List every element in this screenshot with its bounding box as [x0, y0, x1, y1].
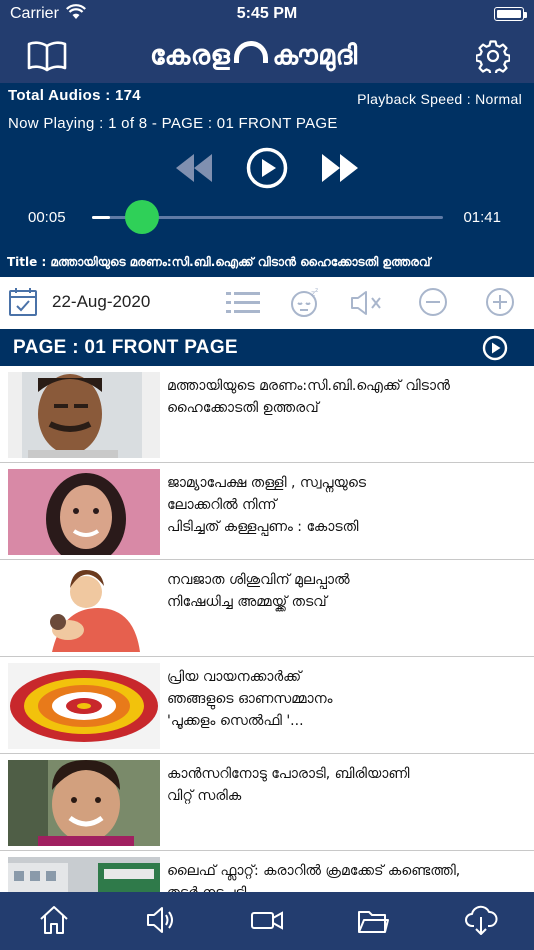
- article-item[interactable]: മത്തായിയുടെ മരണം:സി.ബി.ഐക്ക് വിടാൻ ഹൈക്ക…: [0, 366, 534, 463]
- page-section-label: PAGE : 01 FRONT PAGE: [13, 337, 238, 358]
- article-title: ജാമ്യാപേക്ഷ തള്ളി , സ്വപ്നയുടെ ലോക്കറിൽ …: [167, 475, 367, 535]
- article-thumbnail: [8, 566, 160, 652]
- playback-speed[interactable]: Playback Speed : Normal: [357, 91, 522, 107]
- date-label[interactable]: 22-Aug-2020: [52, 292, 150, 312]
- logo-text-right: കൗമുദി: [272, 40, 358, 71]
- article-title: നവജാത ശിശുവിന് മുലപ്പാൽ നിഷേധിച്ച അമ്മയ്…: [167, 572, 350, 610]
- play-icon[interactable]: [246, 147, 288, 194]
- mute-icon[interactable]: [350, 289, 384, 322]
- article-thumbnail: [8, 663, 160, 749]
- article-item[interactable]: ജാമ്യാപേക്ഷ തള്ളി , സ്വപ്നയുടെ ലോക്കറിൽ …: [0, 463, 534, 560]
- increase-icon[interactable]: [485, 287, 515, 322]
- folder-icon[interactable]: [357, 904, 389, 941]
- seek-slider-thumb[interactable]: [124, 200, 159, 234]
- article-title: ലൈഫ് ഫ്ലാറ്റ്: കരാറിൽ ക്രമക്കേട് കണ്ടെത്…: [167, 863, 461, 892]
- battery-icon: [494, 7, 524, 21]
- article-thumbnail: [8, 469, 160, 555]
- book-icon[interactable]: [27, 40, 67, 77]
- now-playing-title: Title : മത്തായിയുടെ മരണം:സി.ബി.ഐക്ക് വിട…: [7, 255, 431, 269]
- article-title: മത്തായിയുടെ മരണം:സി.ബി.ഐക്ക് വിടാൻ ഹൈക്ക…: [167, 378, 450, 416]
- now-playing: Now Playing : 1 of 8 - PAGE : 01 FRONT P…: [8, 115, 338, 132]
- decrease-icon[interactable]: [418, 287, 448, 322]
- current-time: 00:05: [28, 209, 66, 226]
- rewind-icon[interactable]: [174, 151, 214, 190]
- app-header: കേരള കൗമുദി: [0, 30, 534, 83]
- logo-arc: [234, 41, 269, 63]
- article-item[interactable]: കാൻസറിനോടു പോരാടി, ബിരിയാണി വിറ്റ് സരിക: [0, 754, 534, 851]
- gear-icon[interactable]: [475, 39, 511, 78]
- clock: 5:45 PM: [236, 5, 298, 22]
- toolbar: 22-Aug-2020 zz: [0, 277, 534, 327]
- article-item[interactable]: നവജാത ശിശുവിന് മുലപ്പാൽ നിഷേധിച്ച അമ്മയ്…: [0, 560, 534, 657]
- article-title: കാൻസറിനോടു പോരാടി, ബിരിയാണി വിറ്റ് സരിക: [167, 766, 410, 804]
- logo-text-left: കേരള: [150, 40, 231, 71]
- article-item[interactable]: ലൈഫ് ഫ്ലാറ്റ്: കരാറിൽ ക്രമക്കേട് കണ്ടെത്…: [0, 851, 534, 892]
- app-logo: കേരള കൗമുദി: [150, 34, 358, 78]
- seek-slider-progress: [92, 216, 110, 219]
- audio-player: Total Audios : 174 Playback Speed : Norm…: [0, 83, 534, 277]
- calendar-icon[interactable]: [7, 285, 39, 322]
- article-thumbnail: [8, 760, 160, 846]
- home-icon[interactable]: [38, 904, 70, 941]
- page-section-header: PAGE : 01 FRONT PAGE: [0, 329, 534, 366]
- article-thumbnail: [8, 857, 160, 892]
- article-thumbnail: [8, 372, 160, 458]
- article-list: മത്തായിയുടെ മരണം:സി.ബി.ഐക്ക് വിടാൻ ഹൈക്ക…: [0, 366, 534, 892]
- sleep-timer-icon[interactable]: zz: [289, 287, 321, 324]
- audio-icon[interactable]: [145, 904, 177, 941]
- total-time: 01:41: [463, 209, 501, 226]
- tab-bar: [0, 892, 534, 950]
- article-title: പ്രിയ വായനക്കാർക്ക് ഞങ്ങളുടെ ഓണസമ്മാനം '…: [167, 669, 333, 729]
- article-item[interactable]: പ്രിയ വായനക്കാർക്ക് ഞങ്ങളുടെ ഓണസമ്മാനം '…: [0, 657, 534, 754]
- fast-forward-icon[interactable]: [320, 151, 360, 190]
- video-icon[interactable]: [250, 904, 284, 941]
- svg-text:z: z: [315, 287, 318, 294]
- total-audios: Total Audios : 174: [8, 87, 141, 104]
- status-bar: Carrier 5:45 PM: [0, 0, 534, 30]
- list-icon[interactable]: [226, 289, 260, 322]
- play-page-icon[interactable]: [482, 335, 508, 366]
- download-icon[interactable]: [464, 904, 498, 941]
